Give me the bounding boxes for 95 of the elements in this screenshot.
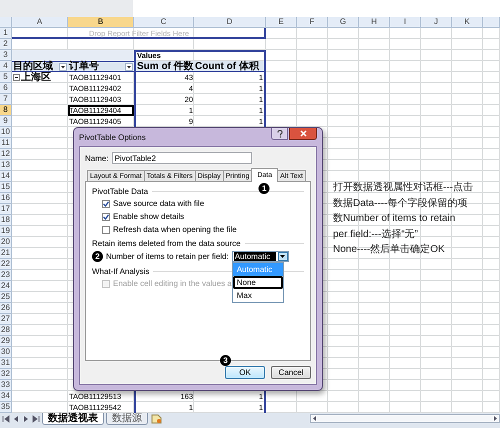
help-icon xyxy=(276,130,282,138)
filter-dropdown-icon[interactable] xyxy=(125,62,133,70)
help-button[interactable] xyxy=(271,128,288,140)
row-header[interactable]: 3 xyxy=(0,50,12,61)
horizontal-scrollbar[interactable] xyxy=(310,414,500,423)
sheet-tab[interactable]: 数据透视表 xyxy=(42,413,104,425)
filter-dropdown-icon[interactable] xyxy=(59,62,67,70)
column-header[interactable]: G xyxy=(328,17,359,28)
column-header[interactable]: I xyxy=(390,17,421,28)
scroll-last-icon[interactable] xyxy=(32,415,40,423)
section-title: Retain items deleted from the data source xyxy=(92,239,241,248)
row-header[interactable]: 2 xyxy=(0,39,12,50)
row-header[interactable]: 25 xyxy=(0,292,12,303)
row-header[interactable]: 8 xyxy=(0,105,12,116)
row-header[interactable]: 23 xyxy=(0,270,12,281)
row-header[interactable]: 13 xyxy=(0,160,12,171)
row-header[interactable]: 7 xyxy=(0,94,12,105)
dropdown-value: Automatic xyxy=(234,252,276,261)
step-badge: 3 xyxy=(220,355,231,366)
row-header[interactable]: 9 xyxy=(0,116,12,127)
column-header[interactable]: B xyxy=(68,17,134,28)
field-header: 目的区域 xyxy=(13,62,53,72)
field-header: Count of 体积 xyxy=(194,61,266,72)
scroll-left-icon[interactable] xyxy=(12,415,20,423)
row-header[interactable]: 26 xyxy=(0,303,12,314)
checkbox[interactable] xyxy=(102,200,110,208)
table-cell: 上海区 xyxy=(21,72,51,82)
row-header[interactable]: 12 xyxy=(0,149,12,160)
row-header[interactable]: 29 xyxy=(0,336,12,347)
scroll-right-icon[interactable] xyxy=(22,415,30,423)
close-icon xyxy=(300,130,306,137)
column-header[interactable]: F xyxy=(297,17,328,28)
row-header[interactable]: 6 xyxy=(0,83,12,94)
scroll-right-icon[interactable] xyxy=(492,415,499,422)
ok-button[interactable]: OK xyxy=(225,366,265,379)
scroll-first-icon[interactable] xyxy=(2,415,10,423)
column-header[interactable]: E xyxy=(266,17,297,28)
row-header[interactable]: 31 xyxy=(0,358,12,369)
checkbox[interactable] xyxy=(102,226,110,234)
checkbox-label: Enable cell editing in the values a xyxy=(113,279,232,288)
row-header[interactable]: 19 xyxy=(0,226,12,237)
row-header[interactable]: 33 xyxy=(0,380,12,391)
section-title: What-If Analysis xyxy=(92,267,150,276)
row-header[interactable]: 21 xyxy=(0,248,12,259)
column-header[interactable]: J xyxy=(421,17,452,28)
row-header[interactable]: 14 xyxy=(0,171,12,182)
scroll-left-icon[interactable] xyxy=(311,415,318,422)
collapse-icon[interactable] xyxy=(13,74,20,81)
close-button[interactable] xyxy=(289,128,317,140)
name-label: Name: xyxy=(85,154,109,162)
cancel-button[interactable]: Cancel xyxy=(271,366,311,379)
row-header[interactable]: 27 xyxy=(0,314,12,325)
column-header[interactable]: K xyxy=(452,17,483,28)
row-header[interactable]: 11 xyxy=(0,138,12,149)
row-header[interactable]: 1 xyxy=(0,28,12,39)
dropdown-option[interactable]: None xyxy=(232,276,283,289)
checkbox[interactable] xyxy=(102,212,110,220)
table-cell xyxy=(194,50,266,61)
column-header[interactable]: C xyxy=(134,17,194,28)
row-header[interactable]: 15 xyxy=(0,182,12,193)
dialog-title: PivotTable Options xyxy=(79,132,146,142)
annotation-text: 打开数据透视属性对话框---点击 数据Data----每个字段保留的项 数Number of items to retain per field:---选择“无” None----然后单击确定OK xyxy=(333,180,474,257)
row-header[interactable]: 30 xyxy=(0,347,12,358)
checkbox-label: Refresh data when opening the file xyxy=(113,225,237,234)
dropdown-label: Number of items to retain per field: xyxy=(106,252,229,261)
field-header: Sum of 件数 xyxy=(134,61,194,72)
row-header[interactable]: 35 xyxy=(0,402,12,413)
row-header[interactable]: 17 xyxy=(0,204,12,215)
row-header[interactable]: 18 xyxy=(0,215,12,226)
row-header[interactable]: 32 xyxy=(0,369,12,380)
row-header[interactable]: 24 xyxy=(0,281,12,292)
column-header[interactable]: D xyxy=(194,17,266,28)
check-icon xyxy=(103,200,109,206)
dropdown-option[interactable]: Max xyxy=(232,289,283,302)
row-header[interactable]: 34 xyxy=(0,391,12,402)
row-header[interactable]: 20 xyxy=(0,237,12,248)
dropdown-button[interactable] xyxy=(278,252,288,261)
column-header[interactable]: A xyxy=(12,17,68,28)
row-header[interactable]: 16 xyxy=(0,193,12,204)
column-header[interactable]: H xyxy=(359,17,390,28)
row-header[interactable]: 5 xyxy=(0,72,12,83)
field-header: 订单号 xyxy=(69,62,99,72)
name-field[interactable]: PivotTable2 xyxy=(112,152,252,164)
step-badge: 2 xyxy=(92,251,103,262)
checkbox-label: Enable show details xyxy=(113,212,184,221)
row-header[interactable]: 4 xyxy=(0,61,12,72)
new-sheet-icon[interactable] xyxy=(150,414,162,424)
sheet-tab[interactable]: 数据源 xyxy=(106,413,148,425)
checkbox-label: Save source data with file xyxy=(113,199,204,208)
row-header[interactable]: 10 xyxy=(0,127,12,138)
check-icon xyxy=(103,214,109,220)
section-title: PivotTable Data xyxy=(92,187,148,196)
caret-icon xyxy=(280,255,286,258)
row-header[interactable]: 28 xyxy=(0,325,12,336)
row-header[interactable]: 22 xyxy=(0,259,12,270)
